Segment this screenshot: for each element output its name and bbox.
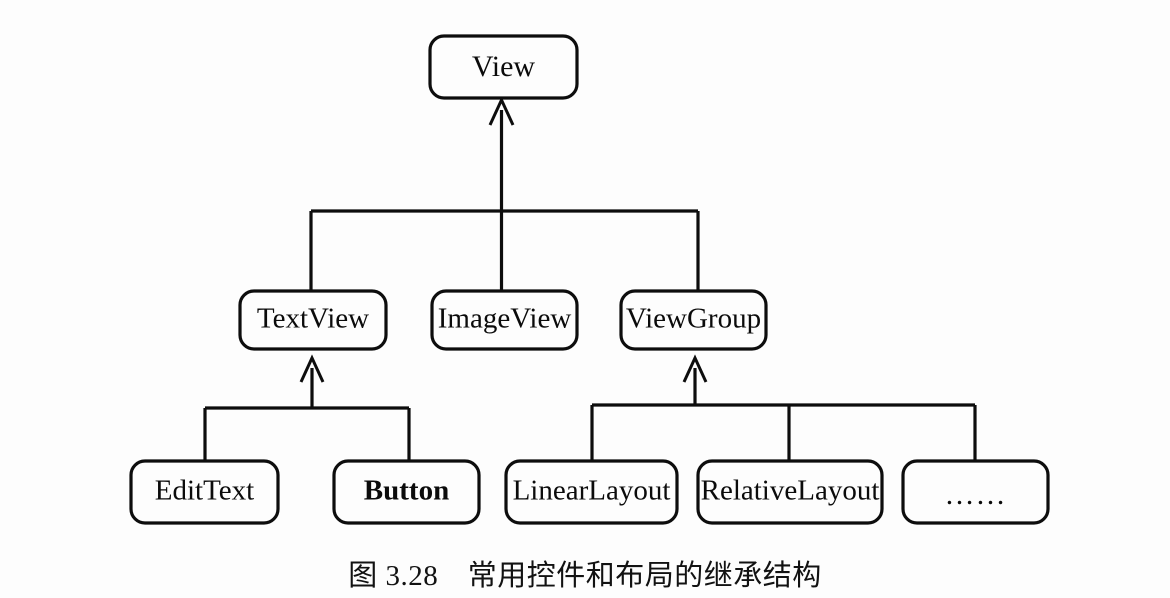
node-edittext-label: EditText [155,475,254,507]
edge-level3-to-textview [203,354,411,461]
figure-page: View TextView ImageView ViewGroup EditTe… [0,0,1170,598]
node-textview[interactable]: TextView [238,289,388,351]
node-more-label: …… [945,478,1007,511]
inheritance-diagram: View TextView ImageView ViewGroup EditTe… [129,34,1050,525]
node-edittext[interactable]: EditText [129,459,280,525]
node-linearlayout-label: LinearLayout [513,475,671,507]
node-textview-label: TextView [257,303,369,335]
figure-caption: 图 3.28 常用控件和布局的继承结构 [348,560,822,592]
node-viewgroup[interactable]: ViewGroup [619,289,768,351]
node-linearlayout[interactable]: LinearLayout [504,459,679,525]
node-button-label: Button [364,475,449,507]
node-button[interactable]: Button [332,459,481,525]
node-viewgroup-label: ViewGroup [626,303,761,335]
edge-level3-to-viewgroup [590,354,977,461]
node-imageview-label: ImageView [438,303,572,335]
node-view-label: View [472,50,536,83]
edge-level2-to-view [309,96,700,291]
node-view[interactable]: View [428,34,579,100]
node-relativelayout-label: RelativeLayout [701,475,880,507]
node-relativelayout[interactable]: RelativeLayout [696,459,884,525]
node-more[interactable]: …… [901,459,1050,525]
node-imageview[interactable]: ImageView [430,289,579,351]
